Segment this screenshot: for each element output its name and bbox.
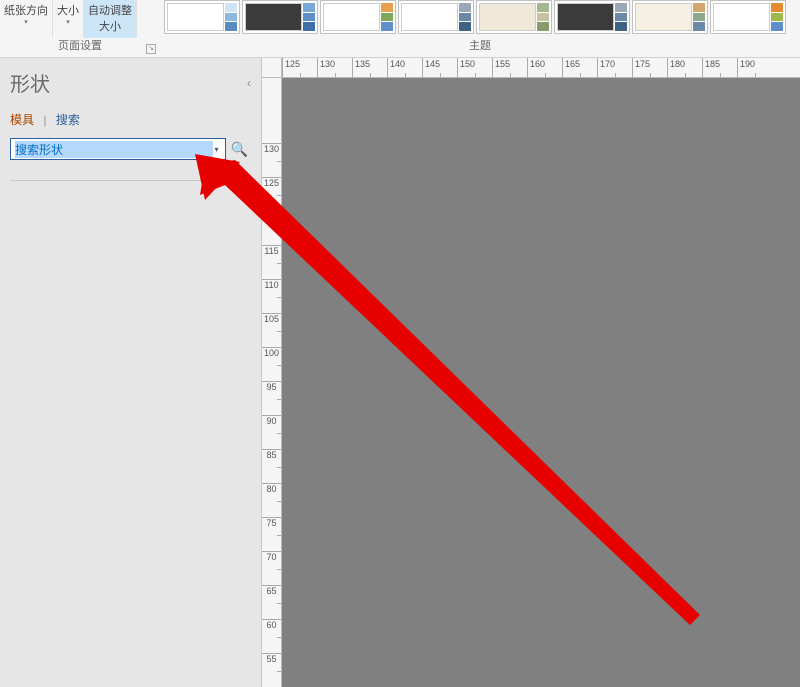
main-area: 形状 ‹ 模具 | 搜索 搜索形状 ▾ 🔍 125130135140145150…	[0, 58, 800, 687]
search-row: 搜索形状 ▾ 🔍	[10, 138, 251, 160]
ruler-tick: 115	[262, 245, 281, 279]
canvas-area: 1251301351401451501551601651701751801851…	[262, 58, 800, 687]
ruler-tick: 160	[527, 58, 562, 77]
theme-swatch[interactable]	[632, 0, 708, 34]
search-input-text: 搜索形状	[15, 141, 213, 158]
theme-swatch[interactable]	[554, 0, 630, 34]
ruler-tick: 120	[262, 211, 281, 245]
ruler-tick: 175	[632, 58, 667, 77]
tab-search[interactable]: 搜索	[56, 113, 80, 127]
ruler-tick: 70	[262, 551, 281, 585]
shapes-pane-tabs: 模具 | 搜索	[10, 111, 251, 128]
ruler-tick: 165	[562, 58, 597, 77]
search-input[interactable]: 搜索形状 ▾	[10, 138, 226, 160]
ruler-tick: 110	[262, 279, 281, 313]
themes-group-label: 主题	[160, 38, 800, 56]
size-label: 大小	[57, 2, 79, 18]
dialog-launcher-icon[interactable]: ↘	[146, 44, 156, 54]
ruler-tick: 100	[262, 347, 281, 381]
pane-divider	[10, 180, 251, 181]
ruler-tick: 65	[262, 585, 281, 619]
theme-gallery[interactable]	[160, 0, 800, 38]
ruler-tick: 190	[737, 58, 772, 77]
chevron-down-icon: ▾	[57, 18, 79, 26]
theme-swatch[interactable]	[710, 0, 786, 34]
ruler-tick: 95	[262, 381, 281, 415]
ruler-tick: 130	[262, 143, 281, 177]
page-setup-group: 纸张方向 ▾ 大小 ▾ 自动调整 大小 页面设置 ↘	[0, 0, 160, 56]
ruler-tick: 145	[422, 58, 457, 77]
theme-swatch[interactable]	[164, 0, 240, 34]
ruler-tick: 105	[262, 313, 281, 347]
ribbon: 纸张方向 ▾ 大小 ▾ 自动调整 大小 页面设置 ↘	[0, 0, 800, 58]
ruler-tick: 85	[262, 449, 281, 483]
ruler-tick: 80	[262, 483, 281, 517]
chevron-down-icon: ▾	[4, 18, 48, 26]
ruler-tick: 180	[667, 58, 702, 77]
theme-swatch[interactable]	[242, 0, 318, 34]
themes-group: 主题	[160, 0, 800, 56]
ruler-tick: 125	[282, 58, 317, 77]
ruler-tick: 135	[352, 58, 387, 77]
page-setup-group-label: 页面设置 ↘	[0, 38, 160, 56]
size-button[interactable]: 大小 ▾	[53, 0, 84, 38]
theme-swatch[interactable]	[476, 0, 552, 34]
ruler-tick: 60	[262, 619, 281, 653]
theme-swatch[interactable]	[320, 0, 396, 34]
orientation-label: 纸张方向	[4, 2, 48, 18]
ruler-tick: 140	[387, 58, 422, 77]
horizontal-ruler: 1251301351401451501551601651701751801851…	[282, 58, 800, 78]
chevron-down-icon[interactable]: ▾	[213, 145, 221, 154]
ruler-tick: 130	[317, 58, 352, 77]
ruler-tick: 55	[262, 653, 281, 687]
orientation-button[interactable]: 纸张方向 ▾	[0, 0, 53, 38]
shapes-pane: 形状 ‹ 模具 | 搜索 搜索形状 ▾ 🔍	[0, 58, 262, 687]
tab-separator: |	[43, 113, 46, 127]
autosize-label-1: 自动调整	[88, 2, 132, 18]
drawing-canvas[interactable]	[282, 78, 800, 687]
collapse-pane-icon[interactable]: ‹	[247, 76, 251, 90]
ruler-corner	[262, 58, 282, 78]
tab-stencils[interactable]: 模具	[10, 113, 34, 127]
ruler-tick: 75	[262, 517, 281, 551]
theme-swatch[interactable]	[398, 0, 474, 34]
ruler-tick: 125	[262, 177, 281, 211]
ruler-tick: 150	[457, 58, 492, 77]
autosize-label-2: 大小	[88, 18, 132, 34]
search-icon[interactable]: 🔍	[228, 141, 251, 158]
shapes-pane-title: 形状	[10, 68, 50, 97]
autosize-button[interactable]: 自动调整 大小	[84, 0, 137, 38]
ruler-tick: 90	[262, 415, 281, 449]
ruler-tick: 155	[492, 58, 527, 77]
ruler-tick: 170	[597, 58, 632, 77]
ruler-tick: 185	[702, 58, 737, 77]
vertical-ruler: 556065707580859095100105110115120125130	[262, 78, 282, 687]
